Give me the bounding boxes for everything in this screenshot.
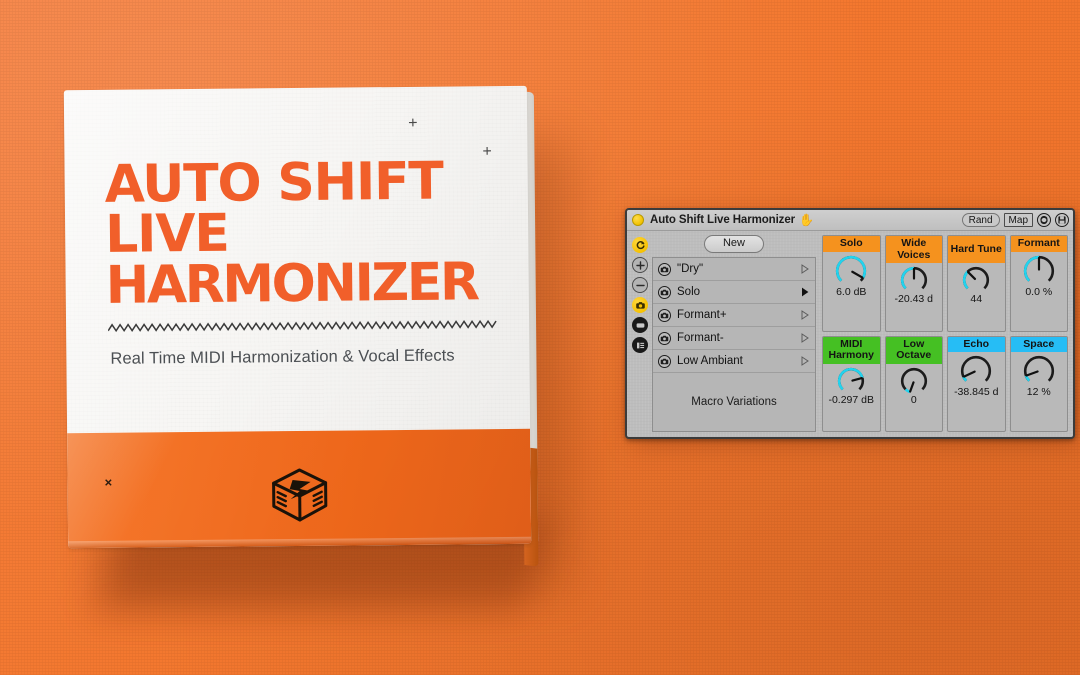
- macro-knob-area[interactable]: 6.0 dB: [823, 252, 880, 331]
- rail-item-add[interactable]: [632, 257, 648, 273]
- macro-value: 12 %: [1026, 387, 1051, 398]
- rail-item-remove[interactable]: [632, 277, 648, 293]
- macro-control-1[interactable]: Solo 6.0 dB: [822, 235, 881, 332]
- macro-title: Low Octave: [885, 336, 942, 364]
- macro-knob[interactable]: [1022, 254, 1056, 288]
- product-box: AUTO SHIFT LIVE HARMONIZER Real Time MID…: [63, 85, 539, 567]
- play-outline-icon[interactable]: [801, 264, 809, 274]
- macro-value: 0.0 %: [1025, 286, 1053, 298]
- camera-icon[interactable]: [658, 331, 671, 345]
- save-disk-icon[interactable]: [1055, 213, 1069, 227]
- headline-line-3: HARMONIZER: [105, 252, 478, 316]
- macro-value: 6.0 dB: [836, 286, 867, 298]
- box-subtitle: Real Time MIDI Harmonization & Vocal Eff…: [110, 346, 455, 368]
- box-front-face: AUTO SHIFT LIVE HARMONIZER Real Time MID…: [63, 85, 532, 549]
- plus-mark-icon: +: [408, 114, 418, 132]
- macro-control-7[interactable]: Echo -38.845 d: [947, 335, 1006, 432]
- headline-line-1: AUTO SHIFT: [104, 151, 443, 215]
- macro-title: MIDI Harmony: [823, 336, 880, 364]
- chain-row-formant-plus[interactable]: Formant+: [653, 304, 815, 327]
- chain-label: Formant+: [677, 309, 727, 321]
- play-outline-icon[interactable]: [801, 310, 809, 320]
- macro-knob[interactable]: [834, 254, 868, 288]
- macro-control-4[interactable]: Formant 0.0 %: [1009, 235, 1068, 332]
- play-filled-icon[interactable]: [801, 287, 809, 297]
- chain-label: "Dry": [677, 263, 704, 275]
- hand-icon: ✋: [799, 213, 814, 227]
- macro-knob-area[interactable]: 12 %: [1011, 352, 1068, 431]
- macro-knob[interactable]: [1022, 354, 1056, 388]
- macro-title: Wide Voices: [885, 236, 942, 263]
- wavy-divider: [108, 319, 497, 333]
- chain-row-low-ambiant[interactable]: Low Ambiant: [653, 350, 815, 373]
- macro-control-3[interactable]: Hard Tune 44: [947, 235, 1006, 332]
- plus-mark-icon: +: [482, 143, 492, 161]
- macro-title: Space: [1010, 336, 1067, 352]
- macro-control-2[interactable]: Wide Voices -20.43 d: [884, 235, 943, 332]
- device-activator-toggle[interactable]: [632, 214, 644, 226]
- refresh-icon[interactable]: [1037, 213, 1051, 227]
- ableton-rack-device: Auto Shift Live Harmonizer ✋ Rand Map Ne…: [625, 208, 1075, 439]
- device-titlebar-controls: Rand Map: [961, 213, 1069, 227]
- device-body: New "Dry" Solo Formant+ Formant- Low Amb…: [627, 231, 1073, 437]
- device-title: Auto Shift Live Harmonizer: [650, 214, 795, 226]
- macro-value: 0: [910, 394, 917, 406]
- macro-title: Formant: [1010, 236, 1067, 252]
- camera-icon[interactable]: [658, 285, 671, 299]
- macro-control-6[interactable]: Low Octave 0: [884, 335, 943, 432]
- macro-value: -38.845 d: [954, 387, 999, 398]
- rail-item-list-view[interactable]: [632, 337, 648, 353]
- chain-label: Low Ambiant: [677, 355, 743, 367]
- macro-title: Echo: [948, 336, 1005, 352]
- macro-title: Solo: [823, 236, 880, 252]
- lightning-box-logo-icon: [271, 468, 327, 522]
- macro-knob[interactable]: [899, 265, 929, 295]
- rail-item-single-view[interactable]: [632, 317, 648, 333]
- chain-label: Formant-: [677, 332, 724, 344]
- camera-icon[interactable]: [658, 262, 671, 276]
- randomize-button[interactable]: Rand: [961, 213, 1000, 227]
- box-headline: AUTO SHIFT LIVE HARMONIZER: [104, 151, 515, 316]
- play-outline-icon[interactable]: [801, 356, 809, 366]
- macro-title: Hard Tune: [948, 236, 1005, 263]
- device-tool-rail: [629, 235, 651, 432]
- camera-icon[interactable]: [658, 308, 671, 322]
- macro-variations-label[interactable]: Macro Variations: [653, 373, 815, 431]
- camera-icon[interactable]: [658, 354, 671, 368]
- map-button[interactable]: Map: [1003, 213, 1033, 227]
- rail-item-snapshot[interactable]: [632, 297, 648, 313]
- device-title-bar: Auto Shift Live Harmonizer ✋ Rand Map: [627, 210, 1073, 231]
- macro-control-5[interactable]: MIDI Harmony -0.297 dB: [822, 335, 881, 432]
- macro-knob-area[interactable]: 0: [886, 364, 943, 432]
- macro-value: -20.43 d: [894, 294, 934, 305]
- macro-grid: Solo 6.0 dB Wide Voices -20.43 d Hard Tune 44…: [822, 235, 1068, 432]
- chain-row-formant-minus[interactable]: Formant-: [653, 327, 815, 350]
- macro-control-8[interactable]: Space 12 %: [1009, 335, 1068, 432]
- chain-row-dry[interactable]: "Dry": [653, 258, 815, 281]
- macro-knob[interactable]: [959, 354, 993, 388]
- macro-value: 44: [970, 294, 983, 305]
- macro-knob-area[interactable]: -0.297 dB: [823, 364, 880, 432]
- macro-value: -0.297 dB: [828, 394, 875, 406]
- cross-mark-icon: ×: [104, 474, 113, 490]
- new-chain-button[interactable]: New: [703, 235, 764, 253]
- rail-item-randomize[interactable]: [632, 237, 648, 253]
- chain-row-solo[interactable]: Solo: [653, 281, 815, 304]
- macro-knob[interactable]: [836, 366, 866, 396]
- chain-list: "Dry" Solo Formant+ Formant- Low Ambiant…: [652, 257, 816, 432]
- macro-knob-area[interactable]: 0.0 %: [1011, 252, 1068, 331]
- macro-knob[interactable]: [961, 265, 991, 295]
- macro-knob-area[interactable]: -38.845 d: [948, 352, 1005, 431]
- chain-list-column: New "Dry" Solo Formant+ Formant- Low Amb…: [651, 235, 817, 432]
- macro-knob[interactable]: [899, 366, 929, 396]
- play-outline-icon[interactable]: [801, 333, 809, 343]
- macro-knob-area[interactable]: 44: [948, 263, 1005, 331]
- macro-knob-area[interactable]: -20.43 d: [886, 263, 943, 331]
- chain-label: Solo: [677, 286, 701, 298]
